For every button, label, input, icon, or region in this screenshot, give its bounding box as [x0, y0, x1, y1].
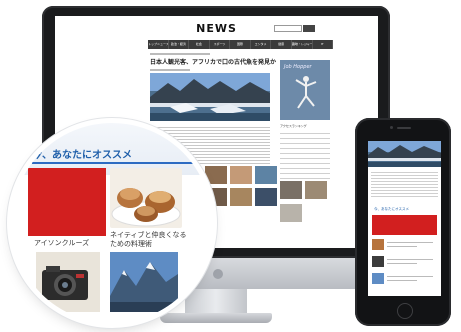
phone-item-text — [387, 242, 433, 243]
recommend-card-image[interactable] — [36, 252, 100, 312]
main-nav: トップニュース 政治・経済 社会 スポーツ 国際 エンタメ 健康 趣味・レジャー… — [148, 40, 334, 49]
phone-item-thumb — [372, 239, 384, 250]
search-input[interactable] — [274, 25, 302, 32]
grid-photo[interactable] — [255, 188, 277, 206]
zoom-bubble: 今、あなたにオススメ アイソンクルーズ ネイティブと仲良くなるための料理術 — [12, 123, 212, 323]
grid-photo[interactable] — [230, 188, 252, 206]
phone-hero-image — [368, 141, 441, 167]
phone-list-item[interactable] — [372, 256, 437, 270]
apple-logo-icon — [213, 269, 223, 279]
site-logo[interactable]: NEWS — [55, 22, 378, 35]
phone-item-thumb — [372, 256, 384, 267]
recommend-card-ad[interactable] — [28, 168, 106, 236]
phone-recommend-ad[interactable] — [372, 215, 437, 235]
phone-item-text — [387, 280, 417, 281]
phone-list-item[interactable] — [372, 239, 437, 253]
phone-list-item[interactable] — [372, 273, 437, 287]
nav-item-sports[interactable]: スポーツ — [210, 40, 231, 49]
nav-item-world[interactable]: 国際 — [230, 40, 251, 49]
article-headline: 日本人観光客、アフリカで口の古代魚を発見か — [150, 59, 277, 66]
jumper-icon — [295, 76, 317, 109]
phone-item-text — [387, 276, 433, 277]
home-button[interactable] — [397, 303, 413, 319]
ranking-title: アクセスランキング — [280, 124, 307, 128]
phone-screen: 今、あなたにオススメ — [368, 141, 441, 296]
phone-item-text — [387, 259, 433, 260]
nav-item-entertainment[interactable]: エンタメ — [251, 40, 272, 49]
ranking-list — [280, 129, 330, 179]
ad-title: Job Hopper — [284, 64, 312, 70]
phone-speaker — [397, 127, 411, 129]
grid-photo[interactable] — [280, 181, 302, 199]
nav-item-hobby[interactable]: 趣味・レジャー — [292, 40, 313, 49]
grid-photo[interactable] — [305, 181, 327, 199]
nav-item-top[interactable]: トップニュース — [148, 40, 169, 49]
article-date — [150, 69, 190, 71]
grid-photo[interactable] — [230, 166, 252, 184]
phone-item-text — [387, 263, 417, 264]
breadcrumb — [150, 53, 210, 55]
phone-camera-icon — [390, 126, 393, 129]
grid-photo[interactable] — [280, 204, 302, 222]
recommend-underline — [32, 162, 212, 164]
nav-item-society[interactable]: 社会 — [189, 40, 210, 49]
phone-article-body — [371, 170, 438, 198]
recommend-card-image[interactable] — [110, 252, 178, 312]
recommend-card-image[interactable] — [110, 168, 182, 228]
grid-photo[interactable] — [255, 166, 277, 184]
phone-item-text — [387, 246, 417, 247]
sidebar-ad[interactable]: Job Hopper — [280, 60, 330, 120]
recommend-card-label[interactable]: アイソンクルーズ — [34, 238, 89, 248]
phone-recommend-title: 今、あなたにオススメ — [374, 207, 409, 211]
search-button[interactable] — [303, 25, 315, 32]
nav-item-health[interactable]: 健康 — [271, 40, 292, 49]
nav-item-politics[interactable]: 政治・経済 — [169, 40, 190, 49]
recommend-card-label[interactable]: ネイティブと仲良くなるための料理術 — [110, 231, 190, 249]
monitor-stand — [185, 289, 247, 315]
recommend-title: 今、あなたにオススメ — [32, 150, 132, 161]
monitor-base — [160, 313, 272, 323]
nav-item-it[interactable]: IT — [313, 40, 334, 49]
phone-item-thumb — [372, 273, 384, 284]
article-hero-image — [150, 73, 270, 121]
